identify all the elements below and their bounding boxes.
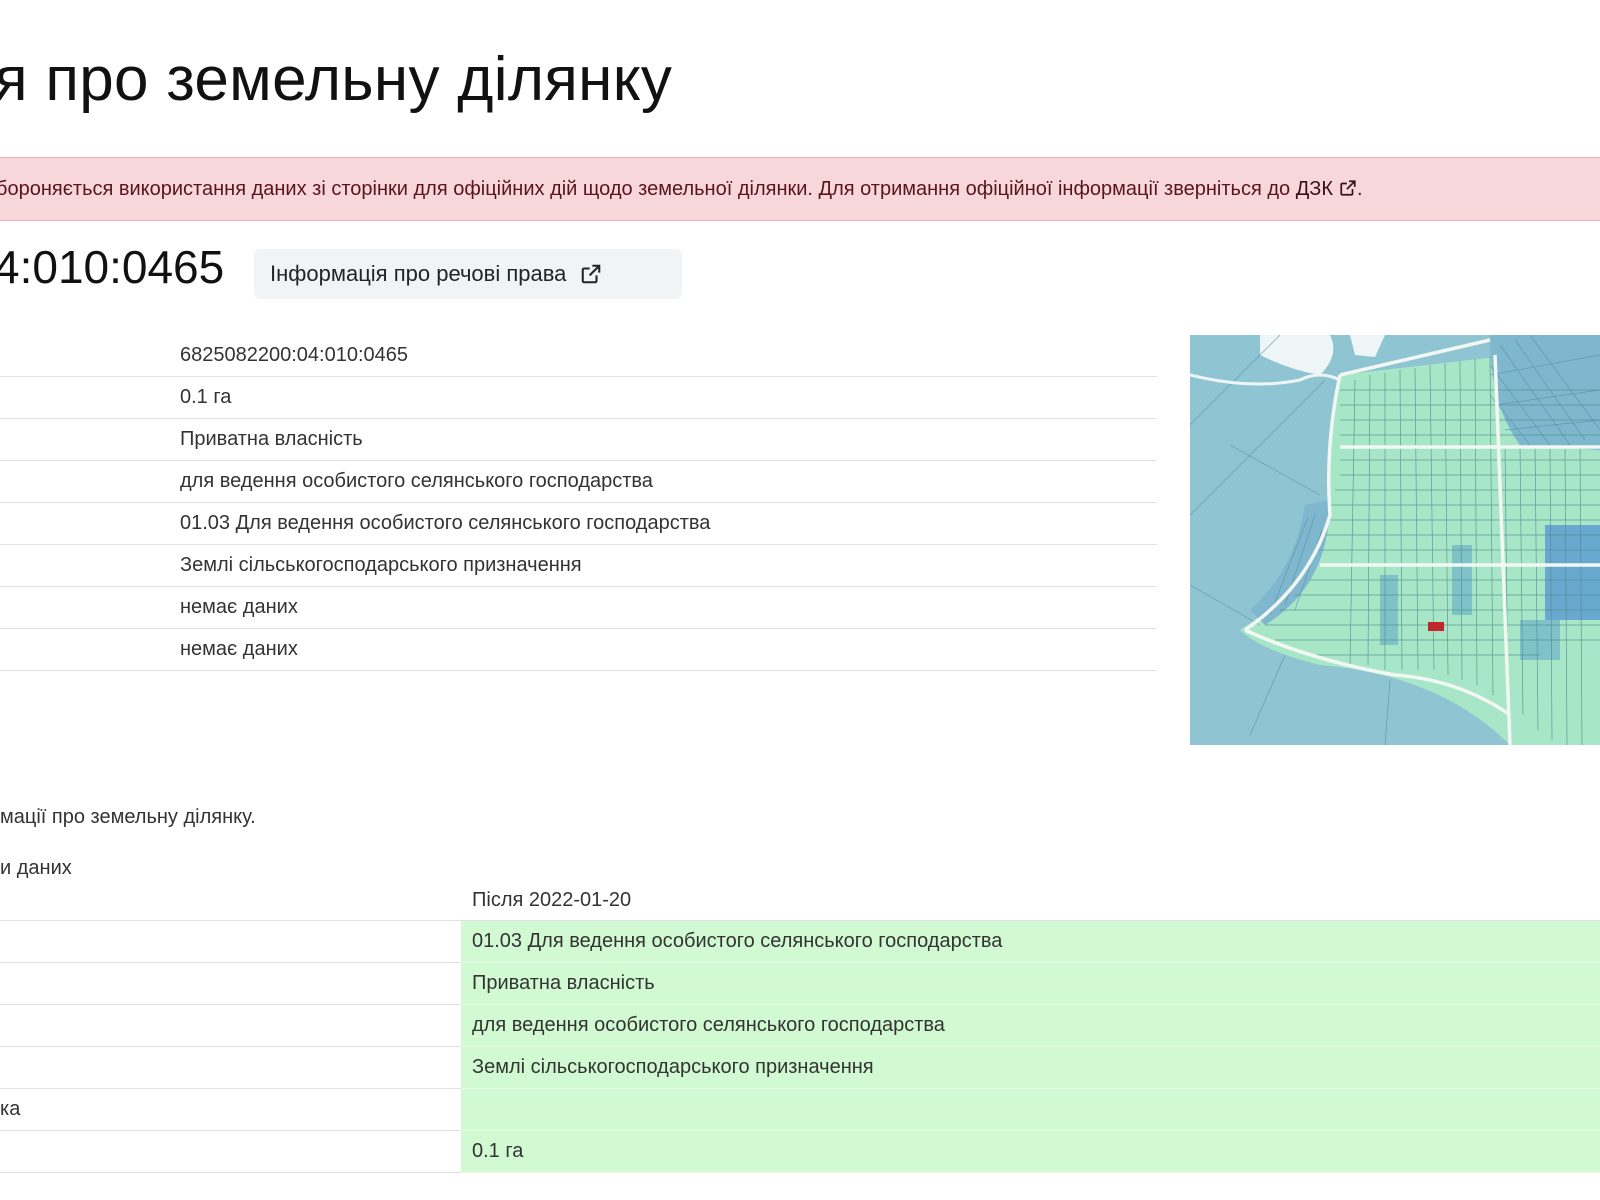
row-value: немає даних — [180, 628, 1157, 671]
table-row: Приватна власність — [0, 418, 1157, 461]
row-label — [0, 920, 461, 963]
table-row: 01.03 Для ведення особистого селянського… — [0, 502, 1157, 545]
row-value: 6825082200:04:010:0465 — [180, 335, 1157, 377]
selected-parcel — [1428, 622, 1444, 631]
parcel-map[interactable] — [1190, 335, 1600, 745]
row-label — [0, 460, 180, 503]
info-note: мації про земельну ділянку. — [0, 806, 256, 828]
row-label: ка — [0, 1088, 461, 1131]
row-value: 0.1 га — [461, 1130, 1600, 1173]
external-link-icon — [1340, 179, 1356, 196]
table-row: 0.1 га — [0, 1130, 1600, 1173]
row-label — [0, 418, 180, 461]
property-rights-button-label: Інформація про речові права — [270, 261, 567, 286]
parcel-info-table: 6825082200:04:010:0465 0.1 га Приватна в… — [0, 335, 1157, 671]
row-label — [0, 962, 461, 1005]
row-label — [0, 1130, 461, 1173]
page-title: я про земельну ділянку — [0, 45, 673, 114]
table-row: Приватна власність — [0, 962, 1600, 1005]
official-use-warning: бороняється використання даних зі сторін… — [0, 157, 1600, 221]
row-value: 0.1 га — [180, 376, 1157, 419]
column-header-after: Після 2022-01-20 — [461, 880, 1600, 921]
row-label — [0, 502, 180, 545]
table-row: Землі сільськогосподарського призначення — [0, 544, 1157, 587]
table-row: 6825082200:04:010:0465 — [0, 335, 1157, 377]
row-value: для ведення особистого селянського госпо… — [180, 460, 1157, 503]
column-label — [0, 880, 461, 921]
external-link-icon — [582, 264, 601, 284]
row-label — [0, 335, 180, 377]
dzk-link[interactable]: ДЗК — [1296, 178, 1357, 200]
row-label — [0, 544, 180, 587]
row-label — [0, 586, 180, 629]
row-value: Землі сільськогосподарського призначення — [180, 544, 1157, 587]
changes-table: Після 2022-01-20 01.03 Для ведення особи… — [0, 880, 1600, 1173]
row-value: 01.03 Для ведення особистого селянського… — [461, 920, 1600, 963]
table-row: для ведення особистого селянського госпо… — [0, 460, 1157, 503]
table-row: Землі сільськогосподарського призначення — [0, 1046, 1600, 1089]
table-row: 01.03 Для ведення особистого селянського… — [0, 920, 1600, 963]
table-row: 0.1 га — [0, 376, 1157, 419]
table-header-row: Після 2022-01-20 — [0, 880, 1600, 921]
table-row: немає даних — [0, 586, 1157, 629]
row-label — [0, 1004, 461, 1047]
row-value: Землі сільськогосподарського призначення — [461, 1046, 1600, 1089]
cadastral-number-heading: 4:010:0465 — [0, 241, 225, 293]
changes-caption: и даних — [0, 857, 72, 879]
warning-text: бороняється використання даних зі сторін… — [0, 177, 1363, 200]
table-row: немає даних — [0, 628, 1157, 671]
row-label — [0, 376, 180, 419]
row-label — [0, 1046, 461, 1089]
parcel-map-image — [1190, 335, 1600, 745]
row-value: Приватна власність — [180, 418, 1157, 461]
property-rights-button[interactable]: Інформація про речові права — [254, 249, 682, 299]
table-row: для ведення особистого селянського госпо… — [0, 1004, 1600, 1047]
row-label — [0, 628, 180, 671]
row-value — [461, 1088, 1600, 1131]
row-value: 01.03 Для ведення особистого селянського… — [180, 502, 1157, 545]
row-value: немає даних — [180, 586, 1157, 629]
table-row: ка — [0, 1088, 1600, 1131]
row-value: для ведення особистого селянського госпо… — [461, 1004, 1600, 1047]
row-value: Приватна власність — [461, 962, 1600, 1005]
